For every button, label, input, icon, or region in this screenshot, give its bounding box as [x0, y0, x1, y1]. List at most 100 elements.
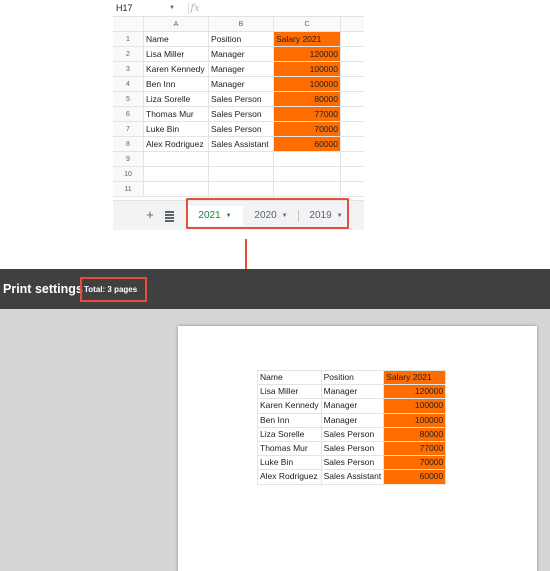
- row-number[interactable]: 10: [113, 167, 144, 182]
- empty-cell[interactable]: [274, 152, 341, 167]
- cell-position[interactable]: Manager: [209, 77, 274, 92]
- table-row: 5 Liza Sorelle Sales Person 80000: [113, 92, 364, 107]
- empty-cell[interactable]: [341, 182, 364, 197]
- cell-name[interactable]: Liza Sorelle: [144, 92, 209, 107]
- row-number[interactable]: 6: [113, 107, 144, 122]
- cell-salary[interactable]: 120000: [274, 47, 341, 62]
- add-sheet-button[interactable]: +: [143, 207, 157, 223]
- cell-position[interactable]: Sales Person: [209, 107, 274, 122]
- column-header-b[interactable]: B: [209, 17, 274, 32]
- preview-cell-position: Sales Person: [320, 440, 385, 457]
- cell-name[interactable]: Luke Bin: [144, 122, 209, 137]
- cell-salary-header[interactable]: Salary 2021: [274, 32, 341, 47]
- preview-cell-name: Ben Inn: [257, 412, 322, 428]
- cell-salary[interactable]: 100000: [274, 77, 341, 92]
- row-number[interactable]: 11: [113, 182, 144, 197]
- preview-cell-salary: 120000: [383, 384, 447, 400]
- preview-cell-salary: 60000: [383, 469, 447, 485]
- cell-position[interactable]: Sales Assistant: [209, 137, 274, 152]
- column-header-d[interactable]: [341, 17, 364, 32]
- empty-cell[interactable]: [144, 152, 209, 167]
- table-row: 11: [113, 182, 364, 197]
- cell-name[interactable]: Lisa Miller: [144, 47, 209, 62]
- cell-position[interactable]: Manager: [209, 47, 274, 62]
- empty-cell[interactable]: [341, 32, 364, 47]
- select-all-corner[interactable]: [113, 17, 144, 32]
- table-row: Luke Bin Sales Person 70000: [257, 455, 447, 471]
- preview-cell-name: Liza Sorelle: [257, 426, 322, 442]
- preview-table: Name Position Salary 2021 Lisa Miller Ma…: [257, 369, 447, 485]
- cell-salary[interactable]: 77000: [274, 107, 341, 122]
- empty-cell[interactable]: [341, 167, 364, 182]
- empty-cell[interactable]: [209, 152, 274, 167]
- empty-cell[interactable]: [274, 182, 341, 197]
- row-number[interactable]: 5: [113, 92, 144, 107]
- table-row: 3 Karen Kennedy Manager 100000: [113, 62, 364, 77]
- all-sheets-list-icon[interactable]: [164, 207, 176, 223]
- table-row: 1 Name Position Salary 2021: [113, 32, 364, 47]
- table-row: Liza Sorelle Sales Person 80000: [257, 426, 447, 442]
- table-row: 10: [113, 167, 364, 182]
- page-title: Print settings: [3, 282, 83, 296]
- row-number[interactable]: 7: [113, 122, 144, 137]
- empty-cell[interactable]: [341, 152, 364, 167]
- empty-cell[interactable]: [341, 122, 364, 137]
- table-row: Alex Rodriguez Sales Assistant 60000: [257, 469, 447, 485]
- cell-position[interactable]: Sales Person: [209, 92, 274, 107]
- row-number[interactable]: 4: [113, 77, 144, 92]
- cell-name[interactable]: Thomas Mur: [144, 107, 209, 122]
- preview-cell-position-header: Position: [320, 369, 385, 386]
- table-row: Ben Inn Manager 100000: [257, 412, 447, 428]
- preview-cell-name: Luke Bin: [257, 455, 322, 471]
- cell-salary[interactable]: 80000: [274, 92, 341, 107]
- row-number[interactable]: 9: [113, 152, 144, 167]
- table-row: 4 Ben Inn Manager 100000: [113, 77, 364, 92]
- cell-position[interactable]: Manager: [209, 62, 274, 77]
- preview-cell-position: Manager: [320, 384, 385, 400]
- empty-cell[interactable]: [274, 167, 341, 182]
- empty-cell[interactable]: [341, 47, 364, 62]
- empty-cell[interactable]: [341, 92, 364, 107]
- empty-cell[interactable]: [209, 182, 274, 197]
- cell-name-header[interactable]: Name: [144, 32, 209, 47]
- preview-cell-name: Alex Rodriguez: [257, 469, 322, 485]
- preview-cell-position: Manager: [320, 412, 385, 428]
- cell-name[interactable]: Karen Kennedy: [144, 62, 209, 77]
- table-row: 7 Luke Bin Sales Person 70000: [113, 122, 364, 137]
- empty-cell[interactable]: [341, 137, 364, 152]
- row-number[interactable]: 1: [113, 32, 144, 47]
- row-number[interactable]: 8: [113, 137, 144, 152]
- row-number[interactable]: 2: [113, 47, 144, 62]
- row-number[interactable]: 3: [113, 62, 144, 77]
- preview-cell-salary-header: Salary 2021: [383, 369, 447, 386]
- preview-cell-salary: 100000: [383, 398, 447, 414]
- sheet-tabs-highlight-box: [186, 198, 349, 229]
- empty-cell[interactable]: [209, 167, 274, 182]
- table-row: Lisa Miller Manager 120000: [257, 384, 447, 400]
- cell-salary[interactable]: 60000: [274, 137, 341, 152]
- column-header-a[interactable]: A: [144, 17, 209, 32]
- cell-name[interactable]: Ben Inn: [144, 77, 209, 92]
- cell-position-header[interactable]: Position: [209, 32, 274, 47]
- column-header-c[interactable]: C: [274, 17, 341, 32]
- table-row: 9: [113, 152, 364, 167]
- table-row: Name Position Salary 2021: [257, 369, 447, 386]
- table-row: 8 Alex Rodriguez Sales Assistant 60000: [113, 137, 364, 152]
- cell-salary[interactable]: 70000: [274, 122, 341, 137]
- empty-cell[interactable]: [341, 62, 364, 77]
- preview-cell-position: Sales Assistant: [320, 469, 385, 485]
- cell-position[interactable]: Sales Person: [209, 122, 274, 137]
- preview-cell-name-header: Name: [257, 369, 322, 386]
- empty-cell[interactable]: [144, 182, 209, 197]
- cell-salary[interactable]: 100000: [274, 62, 341, 77]
- table-row: Thomas Mur Sales Person 77000: [257, 440, 447, 457]
- empty-cell[interactable]: [144, 167, 209, 182]
- formula-bar: H17 ▼ fx: [113, 0, 364, 17]
- table-row: Karen Kennedy Manager 100000: [257, 398, 447, 414]
- table-row: 2 Lisa Miller Manager 120000: [113, 47, 364, 62]
- column-header-row: A B C: [113, 17, 364, 32]
- empty-cell[interactable]: [341, 107, 364, 122]
- name-box-dropdown-icon[interactable]: ▼: [169, 0, 175, 17]
- empty-cell[interactable]: [341, 77, 364, 92]
- cell-name[interactable]: Alex Rodriguez: [144, 137, 209, 152]
